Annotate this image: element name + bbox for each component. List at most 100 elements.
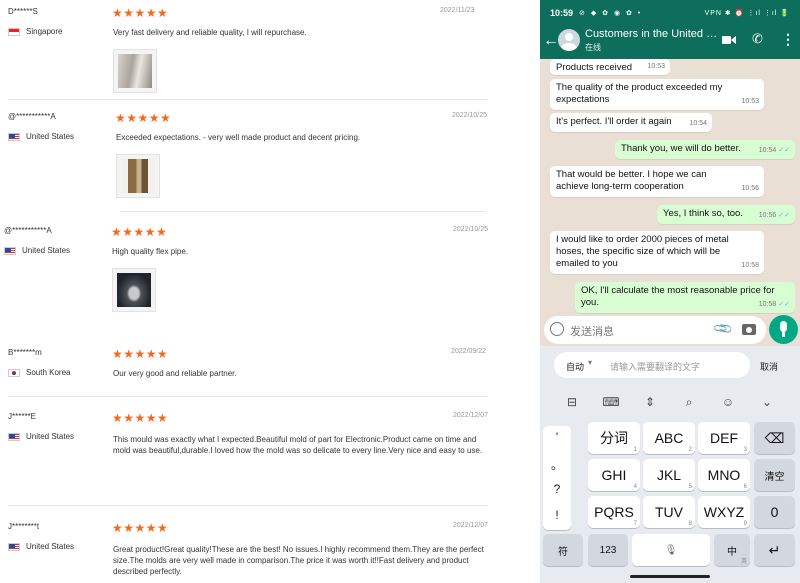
- key-fenci[interactable]: 分词 1: [588, 422, 640, 454]
- punct-key[interactable]: ': [543, 430, 571, 444]
- collapse-keyboard-icon[interactable]: ⌄: [758, 395, 776, 409]
- key-label: 分词: [600, 430, 628, 446]
- message-text: OK, I'll calculate the most reasonable p…: [581, 285, 775, 308]
- message-input-bar[interactable]: 发送消息 📎: [544, 316, 766, 344]
- number-key[interactable]: 123: [588, 534, 628, 566]
- mic-small-icon: 🎙: [664, 544, 678, 556]
- message-time: 10:54 ✓✓: [759, 145, 790, 157]
- clear-key[interactable]: 清空: [754, 459, 795, 491]
- message-incoming[interactable]: That would be better. I hope we can achi…: [550, 166, 764, 197]
- keyboard: 自动 ▾ 请输入需要翻译的文字 取消 ⊟ ⌨ ⇕ ⌕ ☺ ⌄ ' 。 ? ! 分…: [540, 346, 800, 583]
- divider: [8, 99, 488, 100]
- key-wxyz[interactable]: WXYZ 9: [698, 496, 750, 528]
- us-flag-icon: [8, 132, 20, 141]
- message-incoming[interactable]: The quality of the product exceeded my e…: [550, 79, 764, 110]
- status-time: 10:59: [550, 8, 574, 18]
- message-incoming[interactable]: It's perfect. I'll order it again 10:54: [550, 113, 712, 132]
- read-ticks-icon: ✓✓: [778, 301, 790, 308]
- message-time: 10:56: [741, 185, 759, 192]
- home-indicator[interactable]: [630, 575, 710, 578]
- message-text: The quality of the product exceeded my e…: [556, 82, 723, 105]
- symbol-key[interactable]: 符: [543, 534, 583, 566]
- key-sub: 3: [743, 447, 747, 453]
- punctuation-column[interactable]: ' 。 ? !: [543, 426, 571, 530]
- emoji-face-icon[interactable]: ☺: [719, 395, 737, 409]
- phone-call-icon[interactable]: ✆: [752, 31, 763, 47]
- back-arrow-icon[interactable]: ←: [543, 32, 559, 50]
- more-options-icon[interactable]: ⋮: [781, 31, 795, 48]
- country-label: Singapore: [26, 27, 63, 36]
- review-date: 2022/11/23: [440, 7, 475, 14]
- enter-key[interactable]: ↵: [754, 534, 795, 566]
- message-time: 10:58 ✓✓: [759, 299, 790, 311]
- key-label: GHI: [601, 467, 627, 483]
- message-incoming[interactable]: Products received 10:53: [550, 59, 670, 75]
- reviewer-name: J********t: [8, 522, 40, 531]
- contact-avatar[interactable]: [558, 29, 580, 51]
- notification-icons: ⊘ ◆ ✿ ◉ ✿ •: [579, 10, 643, 17]
- message-text: That would be better. I hope we can achi…: [556, 169, 707, 192]
- chevron-down-icon[interactable]: ▾: [588, 358, 592, 367]
- enter-icon: ↵: [768, 541, 781, 558]
- reviewer-country: United States: [8, 542, 74, 551]
- punct-key[interactable]: !: [543, 508, 571, 522]
- key-ghi[interactable]: GHI 4: [588, 459, 640, 491]
- punct-key[interactable]: ?: [543, 482, 571, 496]
- key-def[interactable]: DEF 3: [698, 422, 750, 454]
- message-incoming[interactable]: I would like to order 2000 pieces of met…: [550, 231, 764, 274]
- keyboard-icon[interactable]: ⌨: [602, 395, 620, 409]
- zero-key[interactable]: 0: [754, 496, 795, 528]
- phone-screen: 10:59 ⊘ ◆ ✿ ◉ ✿ • VPN ✱ ⏰ ⋮ıl ⋮ıl 🔋 ← Cu…: [540, 0, 800, 583]
- key-pqrs[interactable]: PQRS 7: [588, 496, 640, 528]
- reviews-panel: D******S Singapore ★★★★★ 2022/11/23 Very…: [0, 0, 540, 583]
- key-label: ABC: [654, 430, 684, 446]
- key-sub: 1: [633, 447, 637, 453]
- key-tuv[interactable]: TUV 8: [643, 496, 695, 528]
- camera-icon[interactable]: [742, 324, 756, 335]
- south-korea-flag-icon: [8, 368, 20, 377]
- us-flag-icon: [4, 246, 16, 255]
- country-label: South Korea: [26, 368, 71, 377]
- star-rating: ★★★★★: [115, 111, 172, 125]
- attach-icon[interactable]: 📎: [712, 318, 735, 341]
- review-photo[interactable]: [112, 268, 156, 312]
- chat-title[interactable]: Customers in the United States: [585, 28, 720, 40]
- space-key[interactable]: 🎙: [632, 534, 710, 566]
- translate-bar[interactable]: 自动 ▾ 请输入需要翻译的文字: [554, 352, 750, 378]
- key-jkl[interactable]: JKL 5: [643, 459, 695, 491]
- key-sub: 9: [743, 521, 747, 527]
- star-rating: ★★★★★: [112, 521, 169, 535]
- toolbox-icon[interactable]: ⊟: [563, 395, 581, 409]
- key-label: 中: [727, 546, 737, 558]
- us-flag-icon: [8, 542, 20, 551]
- review-date: 2022/12/07: [453, 412, 489, 419]
- message-outgoing[interactable]: Thank you, we will do better. 10:54 ✓✓: [615, 140, 795, 159]
- key-label: DEF: [710, 430, 738, 446]
- review-photo[interactable]: [113, 49, 157, 93]
- message-text: Products received: [556, 62, 633, 73]
- emoji-icon[interactable]: [550, 322, 564, 336]
- message-outgoing[interactable]: Yes, I think so, too. 10:56 ✓✓: [657, 205, 795, 224]
- review-text: Very fast delivery and reliable quality,…: [113, 28, 307, 37]
- reviewer-country: United States: [8, 432, 74, 441]
- message-input[interactable]: 发送消息: [570, 323, 614, 339]
- backspace-key[interactable]: ⌫: [754, 422, 795, 454]
- mic-button[interactable]: [769, 315, 798, 344]
- key-abc[interactable]: ABC 2: [643, 422, 695, 454]
- status-bar: 10:59 ⊘ ◆ ✿ ◉ ✿ • VPN ✱ ⏰ ⋮ıl ⋮ıl 🔋: [540, 0, 800, 26]
- key-mno[interactable]: MNO 6: [698, 459, 750, 491]
- translate-input[interactable]: 请输入需要翻译的文字: [610, 360, 700, 373]
- language-key[interactable]: 中英: [714, 534, 750, 566]
- message-time: 10:56 ✓✓: [759, 210, 790, 222]
- video-call-icon[interactable]: [722, 35, 736, 45]
- translate-mode[interactable]: 自动: [566, 360, 584, 373]
- review-text: Great product!Great quality!These are th…: [113, 545, 484, 576]
- translate-cancel-button[interactable]: 取消: [760, 360, 778, 373]
- message-text: Thank you, we will do better.: [621, 143, 741, 154]
- cursor-move-icon[interactable]: ⇕: [641, 395, 659, 409]
- message-outgoing[interactable]: OK, I'll calculate the most reasonable p…: [575, 282, 795, 313]
- punct-key[interactable]: 。: [543, 456, 571, 473]
- search-icon[interactable]: ⌕: [680, 395, 698, 410]
- review-date: 2022/09/22: [451, 348, 487, 355]
- review-photo[interactable]: [116, 154, 160, 198]
